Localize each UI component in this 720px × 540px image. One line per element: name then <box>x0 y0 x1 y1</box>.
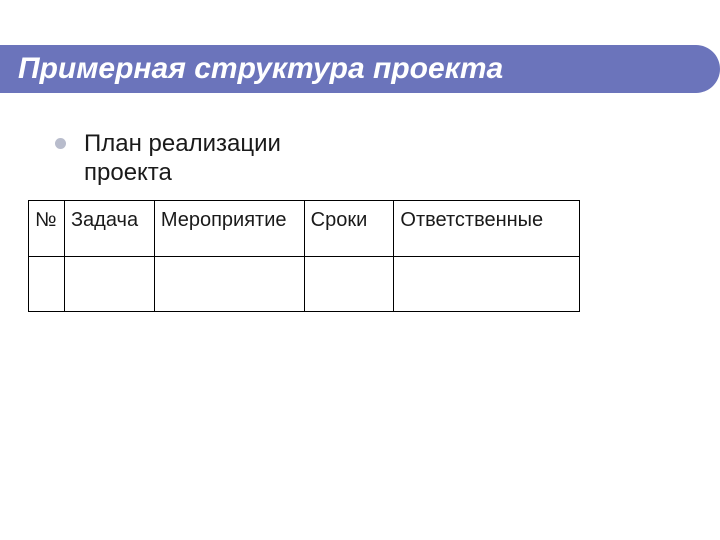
bullet-item: План реализации проекта <box>55 130 680 188</box>
slide-title: Примерная структура проекта <box>18 52 503 86</box>
header-responsible: Ответственные <box>394 200 580 256</box>
bullet-text: План реализации проекта <box>84 130 364 188</box>
cell-task <box>64 256 154 311</box>
content-area: План реализации проекта № Задача Меропри… <box>0 95 720 332</box>
plan-table: № Задача Мероприятие Сроки Ответственные <box>28 200 580 312</box>
header-task: Задача <box>64 200 154 256</box>
cell-num <box>29 256 65 311</box>
title-bar: Примерная структура проекта <box>0 45 720 93</box>
table-header-row: № Задача Мероприятие Сроки Ответственные <box>29 200 580 256</box>
header-dates: Сроки <box>304 200 394 256</box>
cell-dates <box>304 256 394 311</box>
title-bar-container: Примерная структура проекта <box>0 0 720 95</box>
header-num: № <box>29 200 65 256</box>
cell-event <box>154 256 304 311</box>
cell-responsible <box>394 256 580 311</box>
table-row <box>29 256 580 311</box>
bullet-dot-icon <box>55 138 66 149</box>
header-event: Мероприятие <box>154 200 304 256</box>
